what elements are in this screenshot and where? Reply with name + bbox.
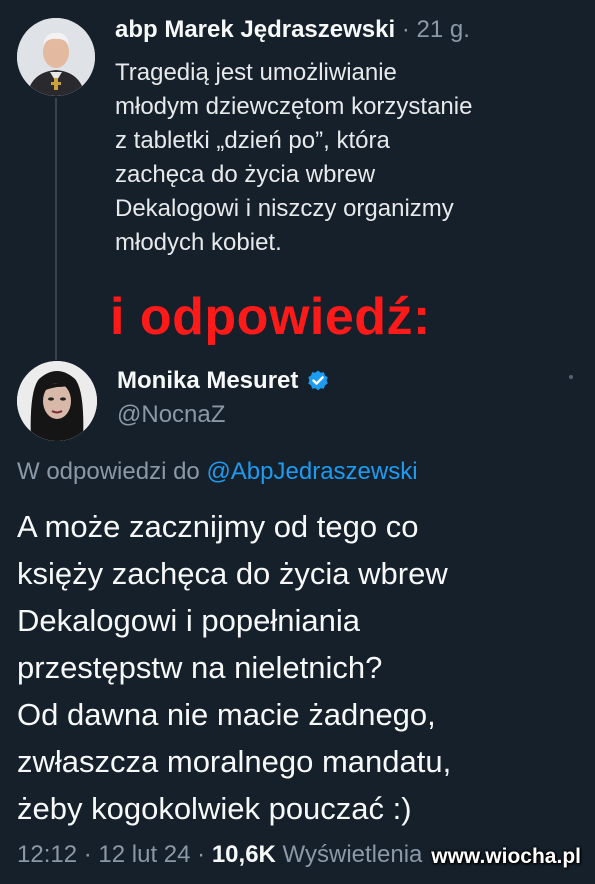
tweet1-author-name[interactable]: abp Marek Jędraszewski [115, 16, 395, 43]
more-options-icon[interactable] [569, 375, 573, 379]
tweet1-time[interactable]: 21 g. [417, 16, 470, 43]
avatar-portrait-icon [17, 361, 97, 441]
tweet1-text: Tragedią jest umożliwianie młodym dziewc… [115, 59, 473, 256]
tweet2-date[interactable]: 12 lut 24 [98, 841, 190, 868]
author-avatar-jedraszewski[interactable] [17, 18, 95, 96]
tweet2-meta-row: 12:12 · 12 lut 24 · 10,6K Wyświetlenia [17, 840, 422, 870]
overlay-caption: i odpowiedź: [110, 288, 431, 346]
reply-to-line: W odpowiedzi do @AbpJedraszewski [17, 456, 418, 488]
tweet2-handle[interactable]: @NocnaZ [117, 400, 225, 430]
thread-connector-line [55, 98, 57, 360]
views-label: Wyświetlenia [282, 841, 423, 868]
tweet2-text: A może zacznijmy od tego co księży zachę… [17, 509, 452, 826]
tweet1-header: abp Marek Jędraszewski · 21 g. [115, 15, 470, 45]
meta-separator-2: · [197, 841, 206, 868]
meta-separator-1: · [83, 841, 92, 868]
reply-prefix: W odpowiedzi do [17, 458, 200, 485]
author-avatar-mesuret[interactable] [17, 361, 97, 441]
tweet1-separator: · [401, 16, 410, 43]
tweet2-author-name[interactable]: Monika Mesuret [117, 366, 298, 396]
tweet2-time[interactable]: 12:12 [17, 841, 77, 868]
reply-to-handle-link[interactable]: @AbpJedraszewski [206, 458, 417, 485]
verified-badge-icon [306, 369, 330, 393]
views-count: 10,6K [211, 841, 276, 868]
tweet2-author-row: Monika Mesuret [117, 366, 330, 396]
watermark: www.wiocha.pl [431, 845, 581, 868]
avatar-portrait-icon [17, 18, 95, 96]
